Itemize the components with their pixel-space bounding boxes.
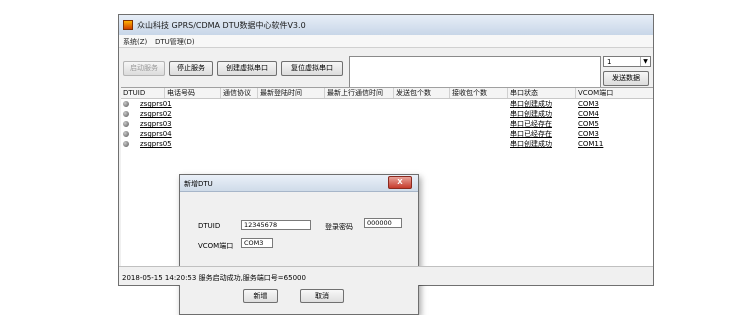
add-button[interactable]: 新增 [243,289,278,303]
table-row[interactable]: zsgprs05 串口创建成功 COM11 [121,139,653,149]
vcom-field[interactable]: COM3 [241,238,273,248]
table-row[interactable]: zsgprs02 串口创建成功 COM4 [121,109,653,119]
port-status-cell: 串口已经存在 [510,130,552,138]
dtuid-field[interactable]: 12345678 [241,220,311,230]
col-recv-count[interactable]: 接收包个数 [450,88,508,98]
reset-virtual-port-button[interactable]: 复位虚拟串口 [281,61,343,76]
col-sent-count[interactable]: 发送包个数 [394,88,450,98]
port-select[interactable]: 1 ▼ [603,56,651,67]
dialog-title: 新增DTU [184,180,213,188]
port-status-cell: 串口已经存在 [510,120,552,128]
port-status-cell: 串口创建成功 [510,110,552,118]
status-led-icon [123,141,129,147]
col-phone[interactable]: 电话号码 [165,88,221,98]
dtu-table: DTUID 电话号码 通信协议 最新登陆时间 最新上行通信时间 发送包个数 接收… [121,87,653,315]
status-led-icon [123,111,129,117]
port-status-cell: 串口创建成功 [510,100,552,108]
close-icon[interactable]: X [388,176,412,189]
dtuid-cell[interactable]: zsgprs02 [140,109,172,119]
chevron-down-icon[interactable]: ▼ [640,57,650,66]
port-status-cell: 串口创建成功 [510,140,552,148]
vcom-cell: COM4 [578,110,599,118]
table-header: DTUID 电话号码 通信协议 最新登陆时间 最新上行通信时间 发送包个数 接收… [121,88,653,99]
send-data-button[interactable]: 发送数据 [603,71,649,86]
table-row[interactable]: zsgprs04 串口已经存在 COM3 [121,129,653,139]
dtuid-cell[interactable]: zsgprs01 [140,99,172,109]
dialog-title-bar: 新增DTU X [180,175,418,192]
vcom-cell: COM11 [578,140,604,148]
create-virtual-port-button[interactable]: 创建虚拟串口 [217,61,277,76]
status-led-icon [123,101,129,107]
main-window: 众山科技 GPRS/CDMA DTU数据中心软件V3.0 系统(Z) DTU管理… [118,14,654,315]
dtuid-cell[interactable]: zsgprs04 [140,129,172,139]
col-port-status[interactable]: 串口状态 [508,88,576,98]
col-protocol[interactable]: 通信协议 [221,88,258,98]
vcom-cell: COM3 [578,100,599,108]
vcom-label: VCOM端口 [198,242,234,250]
title-bar: 众山科技 GPRS/CDMA DTU数据中心软件V3.0 [119,15,653,36]
menu-system[interactable]: 系统(Z) [123,37,147,47]
dtuid-label: DTUID [198,222,221,230]
col-last-login[interactable]: 最新登陆时间 [258,88,325,98]
window-title: 众山科技 GPRS/CDMA DTU数据中心软件V3.0 [137,21,306,30]
col-last-uplink[interactable]: 最新上行通信时间 [325,88,394,98]
app-logo-icon [123,20,133,30]
start-service-button[interactable]: 启动服务 [123,61,165,76]
dtuid-cell[interactable]: zsgprs03 [140,119,172,129]
port-select-value: 1 [607,58,612,66]
status-led-icon [123,131,129,137]
password-field[interactable]: 000000 [364,218,402,228]
col-vcom[interactable]: VCOM端口 [576,88,653,98]
status-text: 2018-05-15 14:20:53 服务启动成功,服务端口号=65000 [122,274,306,282]
password-label: 登录密码 [325,223,353,231]
status-led-icon [123,121,129,127]
menu-bar: 系统(Z) DTU管理(D) [119,35,653,48]
table-row[interactable]: zsgprs01 串口创建成功 COM3 [121,99,653,109]
dtuid-cell[interactable]: zsgprs05 [140,139,172,149]
cancel-button[interactable]: 取消 [300,289,344,303]
col-dtuid[interactable]: DTUID [121,88,165,98]
status-bar: 2018-05-15 14:20:53 服务启动成功,服务端口号=65000 [119,266,653,285]
menu-dtu-management[interactable]: DTU管理(D) [155,37,195,47]
vcom-cell: COM3 [578,130,599,138]
table-row[interactable]: zsgprs03 串口已经存在 COM5 [121,119,653,129]
vcom-cell: COM5 [578,120,599,128]
stop-service-button[interactable]: 停止服务 [169,61,213,76]
